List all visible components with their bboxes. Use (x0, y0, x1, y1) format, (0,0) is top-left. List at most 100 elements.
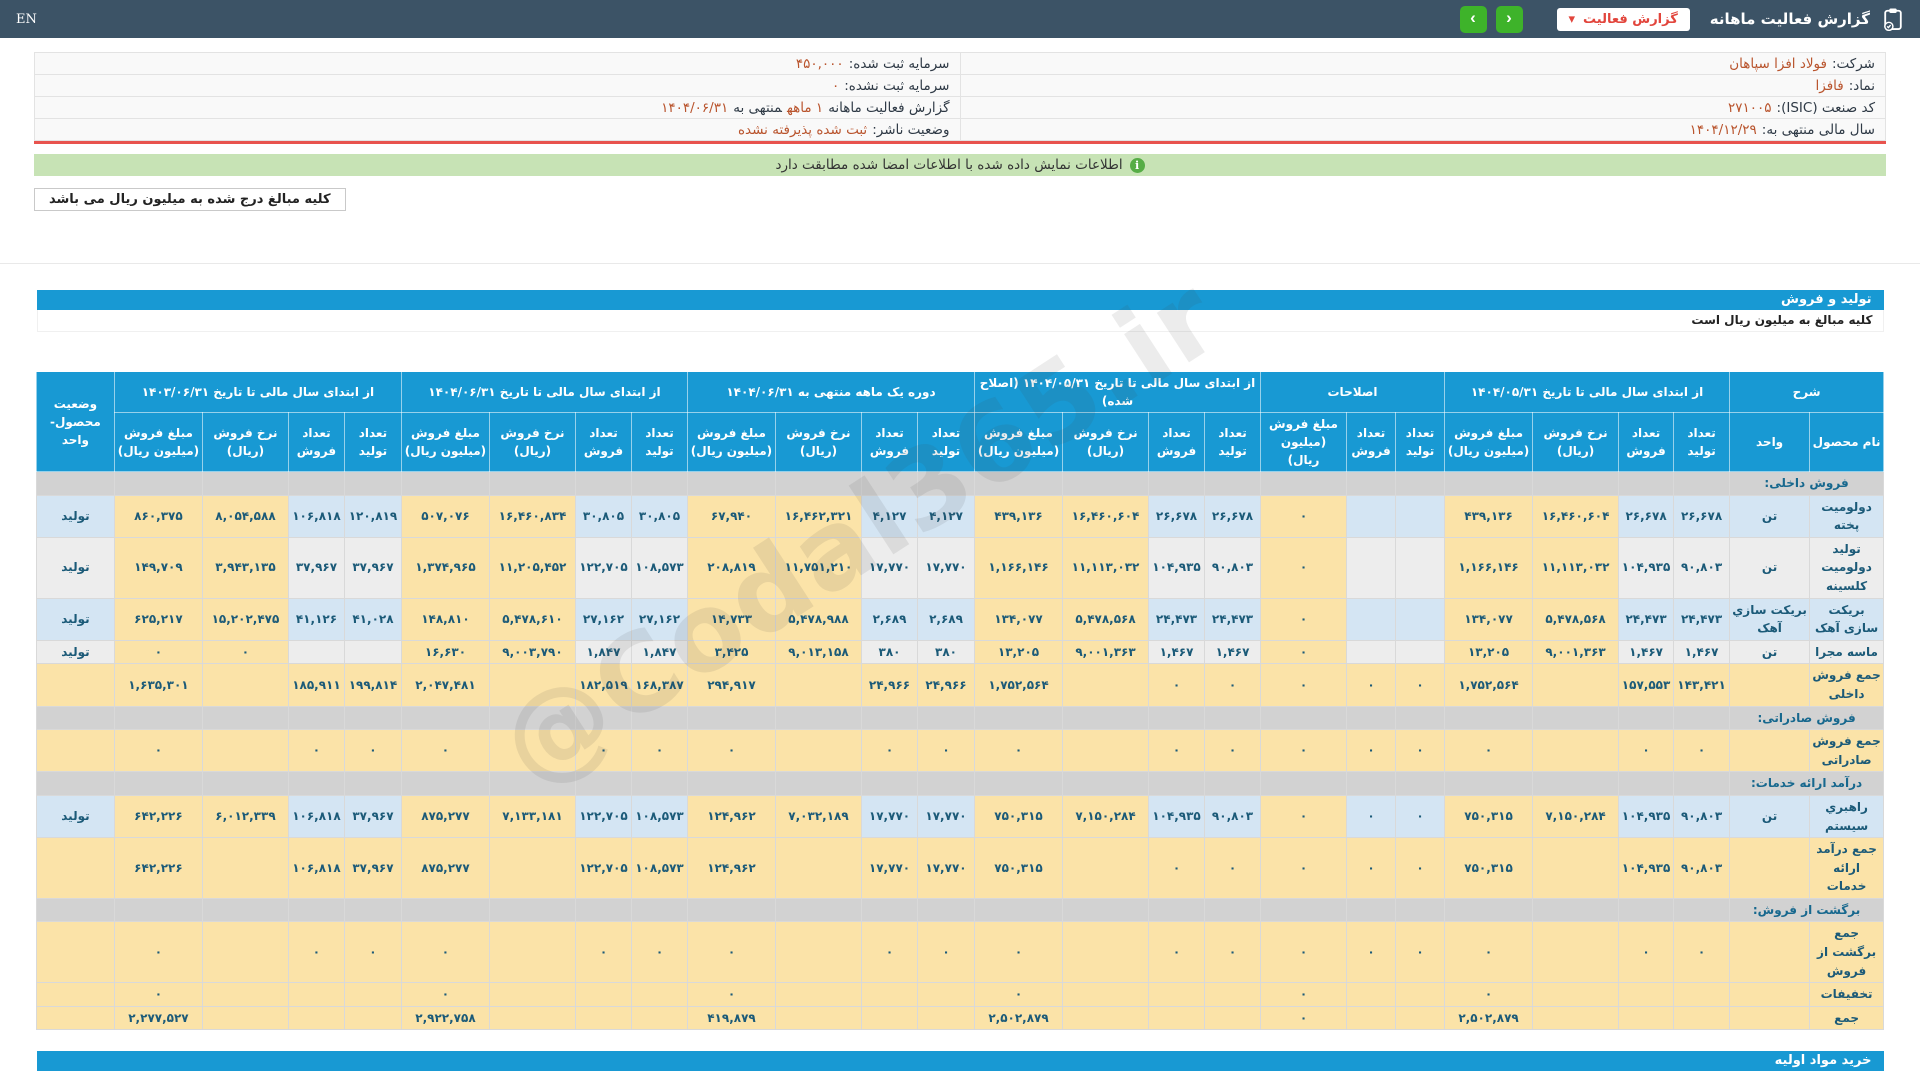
table-cell (918, 772, 975, 796)
table-cell (36, 922, 114, 983)
company-field: سال مالی منتهی به:۱۴۰۴/۱۲/۲۹ (960, 119, 1886, 141)
table-cell: ۱,۴۶۷ (1619, 640, 1674, 664)
table-cell (687, 772, 775, 796)
table-cell: ۸,۰۵۴,۵۸۸ (202, 495, 288, 537)
table-cell (776, 1006, 862, 1030)
table-cell: ۱۸۵,۹۱۱ (288, 664, 344, 706)
table-cell: ۲۶,۶۷۸ (1674, 495, 1730, 537)
table-cell: ۰ (1445, 730, 1533, 772)
table-cell: ۶۷,۹۴۰ (687, 495, 775, 537)
column-header: تعداد فروش (288, 413, 344, 472)
table-cell: تولید (36, 537, 114, 598)
table-cell (1205, 472, 1261, 496)
table-cell (975, 706, 1063, 730)
table-cell: ۵,۴۷۸,۹۸۸ (776, 598, 862, 640)
table-cell (344, 983, 401, 1007)
table-cell: ۰ (1396, 838, 1445, 899)
table-cell: ۲۴,۹۶۶ (862, 664, 918, 706)
table-cell: ۶,۰۱۲,۳۳۹ (202, 795, 288, 837)
table-cell: تن (1730, 495, 1810, 537)
table-cell (1205, 772, 1261, 796)
table-cell: ۱۳۴,۰۷۷ (975, 598, 1063, 640)
table-cell: ۱۰۸,۵۷۳ (631, 838, 687, 899)
column-header: نرخ فروش (ریال) (776, 413, 862, 472)
table-cell (1396, 1006, 1445, 1030)
table-cell: ۱,۳۷۴,۹۶۵ (401, 537, 489, 598)
table-cell (776, 838, 862, 899)
table-cell: ۷,۰۳۲,۱۸۹ (776, 795, 862, 837)
table-cell (1347, 1006, 1396, 1030)
table-cell: ۰ (1261, 664, 1347, 706)
table-cell: ۰ (1149, 730, 1205, 772)
table-cell (401, 706, 489, 730)
language-toggle[interactable]: EN (16, 12, 37, 27)
table-cell: ۱۸۲,۵۱۹ (575, 664, 631, 706)
table-cell: ۳۷,۹۶۷ (288, 537, 344, 598)
table-cell: ۳۸۰ (862, 640, 918, 664)
field-label: سرمایه ثبت شده: (849, 56, 950, 72)
table-cell: جمع (1810, 1006, 1884, 1030)
table-cell: ۷۵۰,۳۱۵ (1445, 795, 1533, 837)
table-cell: ۱۶,۴۶۰,۶۰۴ (1063, 495, 1149, 537)
table-cell: ۰ (1261, 1006, 1347, 1030)
table-cell: ۱,۷۵۲,۵۶۴ (1445, 664, 1533, 706)
table-cell (344, 772, 401, 796)
table-cell: ۰ (1205, 664, 1261, 706)
field-label: شرکت: (1832, 56, 1875, 72)
table-cell: ۱۴۳,۴۲۱ (1674, 664, 1730, 706)
table-cell (975, 898, 1063, 922)
table-cell: ۸۷۵,۲۷۷ (401, 795, 489, 837)
table-cell: ۱۲۲,۷۰۵ (575, 838, 631, 899)
table-cell (36, 730, 114, 772)
column-header: شرح (1730, 372, 1884, 413)
field-label: وضعیت ناشر: (872, 122, 949, 138)
table-cell: ۱۵۷,۵۵۳ (1619, 664, 1674, 706)
table-cell (401, 898, 489, 922)
table-cell: ۴۱,۰۲۸ (344, 598, 401, 640)
table-cell: ۰ (1347, 664, 1396, 706)
table-cell (489, 898, 575, 922)
signature-match-bar: i اطلاعات نمایش داده شده با اطلاعات امضا… (34, 154, 1886, 176)
data-row: دولومیت پختهتن۲۶,۶۷۸۲۶,۶۷۸۱۶,۴۶۰,۶۰۴۴۳۹,… (36, 495, 1883, 537)
table-cell: ۰ (1261, 838, 1347, 899)
table-cell: ۳۷,۹۶۷ (344, 537, 401, 598)
table-cell (1674, 1006, 1730, 1030)
table-cell: برگشت از فروش: (1730, 898, 1884, 922)
company-row: کد صنعت (ISIC):۲۷۱۰۰۵گزارش فعالیت ماهانه… (35, 97, 1886, 119)
report-type-button[interactable]: گزارش فعالیت ▾ (1557, 8, 1690, 31)
column-header: واحد (1730, 413, 1810, 472)
prev-report-button[interactable]: ‹ (1460, 6, 1487, 33)
table-cell: دولومیت پخته (1810, 495, 1884, 537)
table-cell (202, 772, 288, 796)
table-cell: ۰ (288, 730, 344, 772)
table-cell (918, 898, 975, 922)
table-cell: تن (1730, 795, 1810, 837)
table-cell: ۵۰۷,۰۷۶ (401, 495, 489, 537)
table-cell (862, 898, 918, 922)
table-cell (1445, 772, 1533, 796)
next-report-button[interactable]: › (1496, 6, 1523, 33)
table-cell: ۱۲۰,۸۱۹ (344, 495, 401, 537)
company-field: نماد:فافزا (960, 75, 1886, 97)
table-cell (1347, 898, 1396, 922)
table-cell: ۱,۱۶۶,۱۴۶ (975, 537, 1063, 598)
table-cell (1347, 772, 1396, 796)
total-row: جمع۲,۵۰۲,۸۷۹۰۲,۵۰۲,۸۷۹۴۱۹,۸۷۹۲,۹۲۲,۷۵۸۲,… (36, 1006, 1883, 1030)
header-row: نام محصولواحدتعداد تولیدتعداد فروشنرخ فر… (36, 413, 1883, 472)
table-cell (344, 472, 401, 496)
header-row: شرحاز ابتدای سال مالی تا تاریخ ۱۴۰۴/۰۵/۳… (36, 372, 1883, 413)
table-cell (1149, 772, 1205, 796)
table-cell (288, 706, 344, 730)
table-cell (202, 472, 288, 496)
total-row: جمع برگشت از فروش۰۰۰۰۰۰۰۰۰۰۰۰۰۰۰۰۰۰ (36, 922, 1883, 983)
table-cell (202, 922, 288, 983)
unit-note-box: کلیه مبالغ درج شده به میلیون ریال می باش… (34, 188, 346, 211)
table-cell (862, 772, 918, 796)
table-cell (631, 472, 687, 496)
table-cell (575, 983, 631, 1007)
info-icon: i (1130, 158, 1145, 173)
table-cell (1063, 472, 1149, 496)
table-cell: ۰ (1619, 922, 1674, 983)
table-cell: ۰ (687, 922, 775, 983)
table-cell: ۰ (114, 922, 202, 983)
